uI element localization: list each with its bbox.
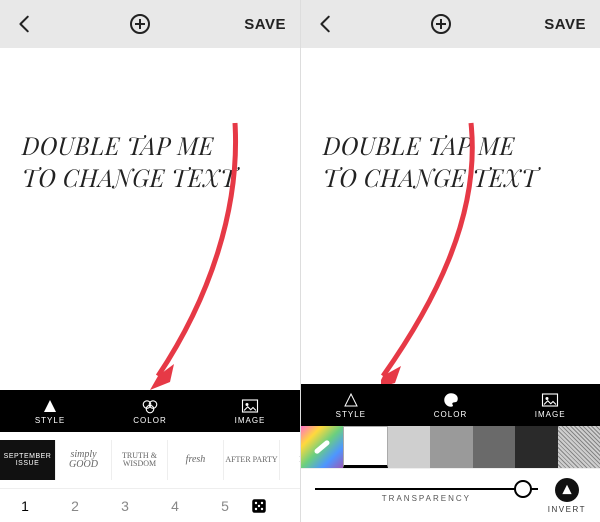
tab-label: IMAGE bbox=[235, 416, 266, 425]
plus-circle-icon bbox=[429, 12, 453, 36]
arrow-left-icon bbox=[315, 13, 337, 35]
color-swatch-strip bbox=[301, 426, 600, 468]
add-button[interactable] bbox=[429, 12, 453, 36]
style-icon bbox=[343, 392, 359, 408]
swatch-black[interactable] bbox=[515, 426, 557, 468]
save-button[interactable]: SAVE bbox=[544, 16, 586, 33]
dice-icon bbox=[250, 497, 268, 515]
back-button[interactable] bbox=[14, 13, 36, 35]
edit-tabs: STYLE COLOR IMAGE bbox=[301, 384, 600, 426]
save-button[interactable]: SAVE bbox=[244, 16, 286, 33]
phone-right: SAVE DOUBLE TAP ME TO CHANGE TEXT STYLE … bbox=[300, 0, 600, 522]
tab-style[interactable]: STYLE bbox=[301, 392, 401, 419]
editable-text[interactable]: DOUBLE TAP ME TO CHANGE TEXT bbox=[323, 130, 553, 195]
style-page-selector: 1 2 3 4 5 bbox=[0, 488, 300, 522]
tab-label: COLOR bbox=[133, 416, 166, 425]
edit-tabs: STYLE COLOR IMAGE bbox=[0, 390, 300, 432]
add-button[interactable] bbox=[128, 12, 152, 36]
slider-label: TRANSPARENCY bbox=[382, 494, 471, 503]
tab-image[interactable]: IMAGE bbox=[200, 398, 300, 425]
arrow-left-icon bbox=[14, 13, 36, 35]
slider-knob[interactable] bbox=[514, 480, 532, 498]
canvas[interactable]: DOUBLE TAP ME TO CHANGE TEXT bbox=[301, 48, 600, 384]
tab-image[interactable]: IMAGE bbox=[500, 392, 600, 419]
slider-track[interactable] bbox=[315, 488, 538, 490]
style-preset[interactable]: TRUTH & WISDOM bbox=[112, 440, 168, 480]
tab-color[interactable]: COLOR bbox=[401, 392, 501, 419]
tab-label: IMAGE bbox=[535, 410, 566, 419]
page-number-button[interactable]: 3 bbox=[100, 498, 150, 514]
plus-circle-icon bbox=[128, 12, 152, 36]
tab-label: STYLE bbox=[336, 410, 366, 419]
phone-left: SAVE DOUBLE TAP ME TO CHANGE TEXT STYLE … bbox=[0, 0, 300, 522]
page-number-button[interactable]: 1 bbox=[0, 498, 50, 514]
tab-label: STYLE bbox=[35, 416, 65, 425]
color-icon bbox=[442, 392, 460, 408]
randomize-button[interactable] bbox=[250, 497, 300, 515]
editable-text[interactable]: DOUBLE TAP ME TO CHANGE TEXT bbox=[22, 130, 252, 195]
page-number-button[interactable]: 5 bbox=[200, 498, 250, 514]
tab-style[interactable]: STYLE bbox=[0, 398, 100, 425]
image-icon bbox=[541, 392, 559, 408]
swatch-gray-dark[interactable] bbox=[473, 426, 515, 468]
style-preset[interactable]: NOT bbox=[280, 440, 300, 480]
style-preset[interactable]: simply GOOD bbox=[56, 440, 112, 480]
page-number-button[interactable]: 2 bbox=[50, 498, 100, 514]
invert-icon bbox=[555, 478, 579, 502]
swatch-custom-picker[interactable] bbox=[301, 426, 343, 468]
style-preset[interactable]: SEPTEMBER ISSUE bbox=[0, 440, 56, 480]
page-number-button[interactable]: 4 bbox=[150, 498, 200, 514]
invert-button[interactable]: INVERT bbox=[548, 478, 586, 514]
back-button[interactable] bbox=[315, 13, 337, 35]
style-icon bbox=[42, 398, 58, 414]
style-preset[interactable]: AFTER PARTY bbox=[224, 440, 280, 480]
top-bar: SAVE bbox=[301, 0, 600, 48]
style-preset-strip[interactable]: SEPTEMBER ISSUE simply GOOD TRUTH & WISD… bbox=[0, 432, 300, 488]
top-bar: SAVE bbox=[0, 0, 300, 48]
swatch-white[interactable] bbox=[343, 426, 387, 468]
invert-label: INVERT bbox=[548, 505, 586, 514]
color-icon bbox=[141, 398, 159, 414]
swatch-gray[interactable] bbox=[430, 426, 472, 468]
style-preset[interactable]: fresh bbox=[168, 440, 224, 480]
transparency-row: TRANSPARENCY INVERT bbox=[301, 468, 600, 522]
transparency-slider[interactable]: TRANSPARENCY bbox=[315, 488, 538, 503]
tab-color[interactable]: COLOR bbox=[100, 398, 200, 425]
tab-label: COLOR bbox=[434, 410, 467, 419]
swatch-gray-light[interactable] bbox=[388, 426, 430, 468]
image-icon bbox=[241, 398, 259, 414]
canvas[interactable]: DOUBLE TAP ME TO CHANGE TEXT bbox=[0, 48, 300, 390]
swatch-texture[interactable] bbox=[558, 426, 600, 468]
